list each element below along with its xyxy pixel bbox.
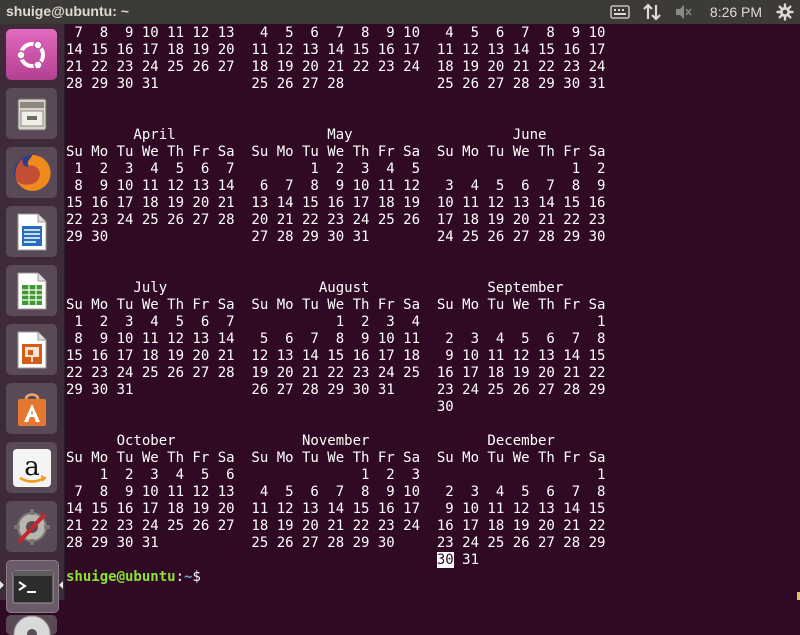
amazon-icon[interactable]: a: [6, 442, 57, 493]
terminal-line: 1 2 3 4 5 6 1 2 3 1: [99, 467, 606, 483]
calc-icon[interactable]: [6, 265, 57, 316]
ubuntu-logo-icon[interactable]: [6, 29, 57, 80]
file-cabinet-icon[interactable]: [6, 88, 57, 139]
disc-icon[interactable]: [6, 615, 57, 635]
terminal-window[interactable]: 7 8 9 10 11 12 13 4 5 6 7 8 9 10 4 5 6 7…: [65, 24, 800, 600]
terminal-line: 22 23 24 25 26 27 28 20 21 22 23 24 25 2…: [66, 212, 606, 228]
top-panel: shuige@ubuntu: ~ 8:26 PM: [0, 0, 800, 24]
terminal-line: 22 23 24 25 26 27 28 19 20 21 22 23 24 2…: [66, 365, 606, 381]
terminal-line: 14 15 16 17 18 19 20 11 12 13 14 15 16 1…: [66, 42, 606, 58]
terminal-line: 7 8 9 10 11 12 13 4 5 6 7 8 9 10 4 5 6 7…: [74, 25, 606, 41]
keyboard-icon[interactable]: [606, 2, 634, 22]
terminal-line: April May June: [133, 127, 547, 143]
clock[interactable]: 8:26 PM: [704, 2, 768, 22]
running-indicator-icon: [0, 581, 4, 589]
shell-prompt[interactable]: shuige@ubuntu:~$: [66, 569, 209, 585]
prompt-separator: :: [175, 569, 185, 585]
terminal-line: 7 8 9 10 11 12 13 4 5 6 7 8 9 10 2 3 4 5…: [74, 484, 606, 500]
settings-icon[interactable]: [6, 501, 57, 552]
software-center-icon[interactable]: [6, 383, 57, 434]
calendar-last-line: 30 31: [66, 552, 479, 568]
window-title: shuige@ubuntu: ~: [6, 3, 129, 19]
terminal-line: 29 30 31 26 27 28 29 30 31 23 24 25 26 2…: [66, 382, 606, 398]
terminal-line: July August September: [133, 280, 564, 296]
prompt-user: shuige@ubuntu: [66, 569, 176, 585]
writer-icon[interactable]: [6, 206, 57, 257]
gear-icon[interactable]: [774, 2, 796, 22]
focused-indicator-icon: [59, 581, 63, 589]
terminal-line: Su Mo Tu We Th Fr Sa Su Mo Tu We Th Fr S…: [66, 144, 606, 160]
last-line-padding: [66, 552, 437, 568]
terminal-line: 15 16 17 18 19 20 21 13 14 15 16 17 18 1…: [66, 195, 606, 211]
terminal-line: 14 15 16 17 18 19 20 11 12 13 14 15 16 1…: [66, 501, 606, 517]
terminal-line: 8 9 10 11 12 13 14 6 7 8 9 10 11 12 3 4 …: [74, 178, 606, 194]
terminal-line: 1 2 3 4 5 6 7 1 2 3 4 1: [74, 314, 606, 330]
network-icon[interactable]: [640, 2, 664, 22]
launcher: a: [0, 24, 65, 635]
prompt-symbol: $: [192, 569, 210, 585]
terminal-line: October November December: [116, 433, 555, 449]
terminal-icon[interactable]: [6, 560, 59, 613]
terminal-line: 30: [436, 399, 454, 415]
terminal-line: 8 9 10 11 12 13 14 5 6 7 8 9 10 11 2 3 4…: [74, 331, 606, 347]
terminal-line: 29 30 27 28 29 30 31 24 25 26 27 28 29 3…: [66, 229, 606, 245]
today-highlight: 30: [436, 552, 454, 568]
terminal-line: 28 29 30 31 25 26 27 28 25 26 27 28 29 3…: [66, 76, 606, 92]
terminal-line: 15 16 17 18 19 20 21 12 13 14 15 16 17 1…: [66, 348, 606, 364]
terminal-line: 21 22 23 24 25 26 27 18 19 20 21 22 23 2…: [66, 59, 606, 75]
svg-text:a: a: [24, 452, 40, 482]
terminal-line: 21 22 23 24 25 26 27 18 19 20 21 22 23 2…: [66, 518, 606, 534]
terminal-output: 7 8 9 10 11 12 13 4 5 6 7 8 9 10 4 5 6 7…: [66, 25, 605, 586]
terminal-line: 1 2 3 4 5 6 7 1 2 3 4 5 1 2: [74, 161, 606, 177]
impress-icon[interactable]: [6, 324, 57, 375]
calendar-output: 7 8 9 10 11 12 13 4 5 6 7 8 9 10 4 5 6 7…: [66, 25, 605, 551]
terminal-line: Su Mo Tu We Th Fr Sa Su Mo Tu We Th Fr S…: [66, 450, 606, 466]
volume-muted-icon[interactable]: [672, 2, 696, 22]
terminal-line: Su Mo Tu We Th Fr Sa Su Mo Tu We Th Fr S…: [66, 297, 606, 313]
firefox-icon[interactable]: [6, 147, 57, 198]
terminal-line: 28 29 30 31 25 26 27 28 29 30 23 24 25 2…: [66, 535, 606, 551]
last-line-rest: 31: [453, 552, 480, 568]
